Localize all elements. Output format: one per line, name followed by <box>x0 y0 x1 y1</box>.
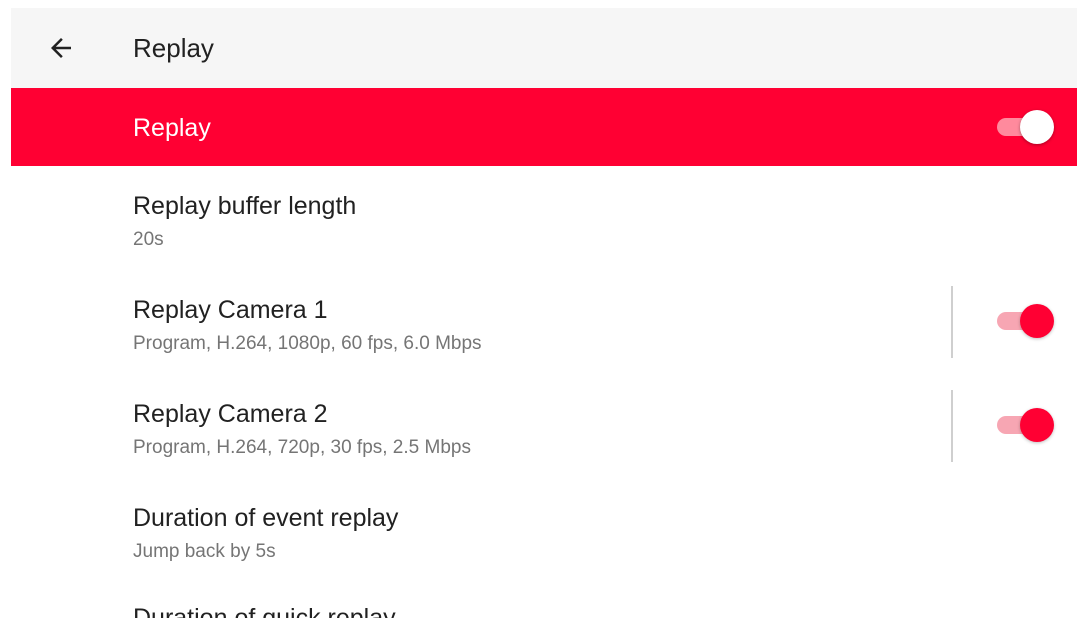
replay-camera-2-toggle[interactable] <box>996 407 1054 443</box>
replay-master-toggle[interactable] <box>996 109 1054 145</box>
master-switch-label: Replay <box>133 114 211 142</box>
toggle-thumb <box>1020 110 1054 144</box>
setting-duration-event-replay[interactable]: Duration of event replay Jump back by 5s <box>11 478 1077 582</box>
setting-duration-quick-replay[interactable]: Duration of quick replay <box>11 582 1077 618</box>
replay-camera-1-toggle[interactable] <box>996 303 1054 339</box>
vertical-divider <box>951 286 953 358</box>
page-title: Replay <box>133 33 214 63</box>
back-button[interactable] <box>41 28 81 68</box>
setting-summary: Program, H.264, 720p, 30 fps, 2.5 Mbps <box>133 437 471 458</box>
arrow-back-icon <box>51 38 71 58</box>
toggle-thumb <box>1020 408 1054 442</box>
setting-title: Duration of quick replay <box>133 604 396 618</box>
setting-replay-buffer-length[interactable]: Replay buffer length 20s <box>11 166 1077 270</box>
setting-title: Replay buffer length <box>133 192 357 220</box>
setting-summary: Program, H.264, 1080p, 60 fps, 6.0 Mbps <box>133 333 482 354</box>
setting-title: Replay Camera 1 <box>133 296 328 324</box>
setting-title: Replay Camera 2 <box>133 400 328 428</box>
vertical-divider <box>951 390 953 462</box>
setting-title: Duration of event replay <box>133 504 399 532</box>
setting-summary: Jump back by 5s <box>133 541 276 562</box>
toggle-thumb <box>1020 304 1054 338</box>
setting-replay-camera-2[interactable]: Replay Camera 2 Program, H.264, 720p, 30… <box>11 374 1077 478</box>
replay-master-switch-bar[interactable]: Replay <box>11 88 1077 166</box>
setting-replay-camera-1[interactable]: Replay Camera 1 Program, H.264, 1080p, 6… <box>11 270 1077 374</box>
setting-summary: 20s <box>133 229 164 250</box>
app-bar: Replay <box>11 8 1077 88</box>
replay-settings-screen: Replay Replay Replay buffer length 20s R… <box>0 0 1077 618</box>
